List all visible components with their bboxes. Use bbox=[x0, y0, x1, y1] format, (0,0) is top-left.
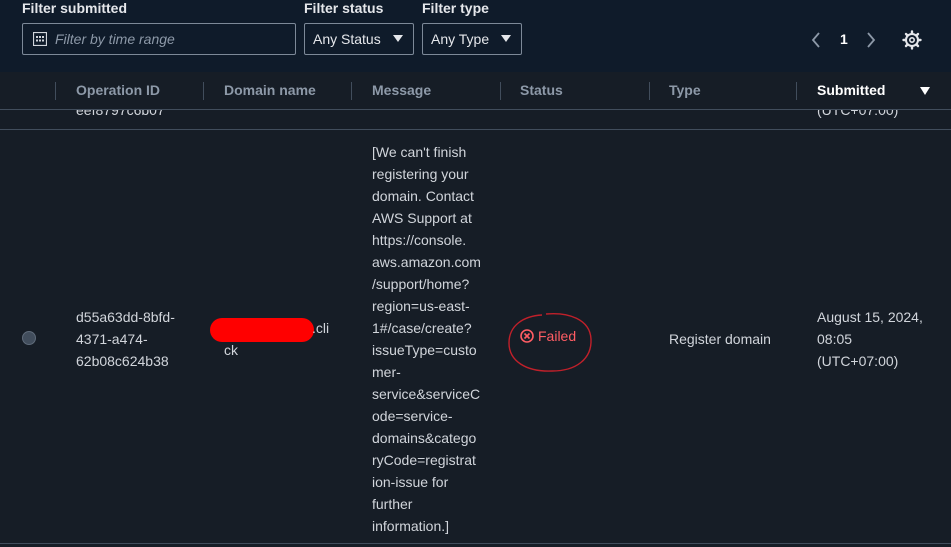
message-line: registering your bbox=[372, 166, 469, 182]
type-select-value: Any Type bbox=[431, 31, 490, 47]
column-header-type[interactable]: Type bbox=[669, 82, 701, 98]
status-badge: Failed bbox=[520, 328, 576, 344]
message-line: 1#/case/create? bbox=[372, 320, 472, 336]
message-line: aws.amazon.com bbox=[372, 254, 481, 270]
column-header-domain-name[interactable]: Domain name bbox=[224, 82, 316, 98]
error-x-circle-icon bbox=[520, 329, 534, 343]
message-line: domains&catego bbox=[372, 430, 477, 446]
message-line: [We can't finish bbox=[372, 144, 467, 160]
operation-id-cell: d55a63dd-8bfd- 4371-a474- 62b08c624b38 bbox=[76, 306, 175, 372]
message-line: further bbox=[372, 496, 413, 512]
chevron-right-icon[interactable] bbox=[866, 32, 876, 48]
filter-type-label: Filter type bbox=[422, 0, 489, 16]
message-line: information.] bbox=[372, 518, 450, 534]
row-select-radio[interactable] bbox=[22, 331, 36, 345]
caret-down-icon bbox=[393, 35, 403, 42]
column-header-operation-id[interactable]: Operation ID bbox=[76, 82, 160, 98]
message-line: /support/home? bbox=[372, 276, 470, 292]
column-header-submitted[interactable]: Submitted bbox=[817, 82, 885, 98]
chevron-left-icon[interactable] bbox=[811, 32, 821, 48]
message-line: ryCode=registrat bbox=[372, 452, 476, 468]
column-separator[interactable] bbox=[351, 82, 352, 100]
current-page-number[interactable]: 1 bbox=[840, 31, 848, 47]
time-range-input[interactable] bbox=[55, 24, 291, 54]
operation-id-line: 62b08c624b38 bbox=[76, 353, 169, 369]
status-select[interactable]: Any Status bbox=[304, 23, 414, 55]
status-select-value: Any Status bbox=[313, 31, 381, 47]
column-separator[interactable] bbox=[796, 82, 797, 100]
caret-down-icon bbox=[501, 35, 511, 42]
message-line: ode=service- bbox=[372, 408, 453, 424]
time-range-filter[interactable] bbox=[22, 23, 296, 55]
table-header: Operation ID Domain name Message Status … bbox=[0, 72, 951, 110]
table-row: d55a63dd-8bfd- 4371-a474- 62b08c624b38 .… bbox=[0, 131, 951, 544]
message-line: region=us-east- bbox=[372, 298, 470, 314]
submitted-line: (UTC+07:00) bbox=[817, 353, 899, 369]
operation-id-line: d55a63dd-8bfd- bbox=[76, 309, 175, 325]
domain-name-cell: .cli ck bbox=[224, 317, 329, 361]
gear-icon[interactable] bbox=[902, 30, 922, 50]
message-line: issueType=custo bbox=[372, 342, 477, 358]
submitted-cell: August 15, 2024, 08:05 (UTC+07:00) bbox=[817, 306, 923, 372]
column-separator[interactable] bbox=[649, 82, 650, 100]
column-separator[interactable] bbox=[500, 82, 501, 100]
submitted-line: August 15, 2024, bbox=[817, 309, 923, 325]
submitted-line: 08:05 bbox=[817, 331, 853, 347]
message-line: ion-issue for bbox=[372, 474, 449, 490]
column-separator[interactable] bbox=[55, 82, 56, 100]
filter-status-label: Filter status bbox=[304, 0, 384, 16]
message-line: domain. Contact bbox=[372, 188, 474, 204]
message-line: service&serviceC bbox=[372, 386, 481, 402]
type-select[interactable]: Any Type bbox=[422, 23, 522, 55]
operation-id-line: 4371-a474- bbox=[76, 331, 148, 347]
table-row: eef8797c6b07 (UTC+07:00) bbox=[0, 110, 951, 130]
message-cell: [We can't finish registering your domain… bbox=[372, 141, 481, 537]
filter-bar: Filter submitted Filter status Any Statu… bbox=[0, 0, 951, 72]
sort-descending-icon[interactable] bbox=[920, 87, 930, 95]
type-cell: Register domain bbox=[669, 331, 771, 347]
operation-id-cell: eef8797c6b07 bbox=[76, 110, 165, 118]
filter-submitted-label: Filter submitted bbox=[22, 0, 128, 16]
column-header-message[interactable]: Message bbox=[372, 82, 431, 98]
pagination: 1 bbox=[808, 28, 878, 52]
status-text: Failed bbox=[538, 328, 577, 344]
domain-name-line: ck bbox=[224, 342, 238, 358]
operations-table: Operation ID Domain name Message Status … bbox=[0, 72, 951, 547]
calendar-icon bbox=[33, 32, 47, 46]
column-header-status[interactable]: Status bbox=[520, 82, 563, 98]
domain-name-line: .cli bbox=[312, 320, 330, 336]
submitted-cell: (UTC+07:00) bbox=[817, 110, 899, 118]
message-line: AWS Support at bbox=[372, 210, 472, 226]
message-line: mer- bbox=[372, 364, 401, 380]
column-separator[interactable] bbox=[203, 82, 204, 100]
message-line: https://console. bbox=[372, 232, 467, 248]
